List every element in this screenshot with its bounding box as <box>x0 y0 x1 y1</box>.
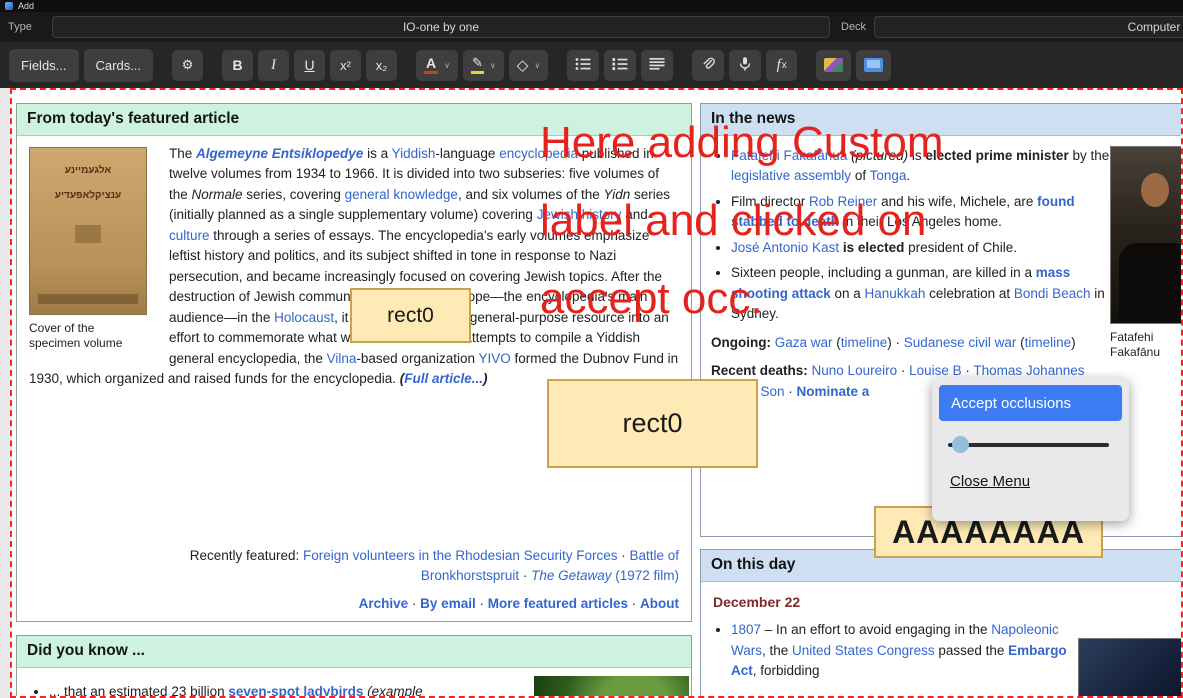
deck-label: Deck <box>841 21 867 33</box>
deck-value: Computer <box>1127 20 1181 34</box>
close-menu-button[interactable]: Close Menu <box>950 473 1030 490</box>
equations-button[interactable]: fx <box>766 49 798 81</box>
attach-file-button[interactable] <box>692 49 725 81</box>
window-titlebar: Add <box>0 0 1183 12</box>
microphone-icon <box>737 56 753 75</box>
fields-button[interactable]: Fields... <box>9 48 79 82</box>
justify-icon <box>649 57 665 74</box>
cover-stamp <box>75 224 101 243</box>
cover-image-block: אלגעמיינע ענציקלאפעדיע Cover of the spec… <box>29 146 155 351</box>
fx-icon: f <box>776 56 781 73</box>
superscript-button[interactable]: x² <box>330 49 362 81</box>
record-audio-button[interactable] <box>729 49 762 81</box>
chevron-down-icon: ∨ <box>489 60 496 70</box>
remove-formatting-button[interactable]: ◇ ∨ <box>508 49 549 81</box>
annotation-line: accept occ. <box>540 274 763 323</box>
cards-button[interactable]: Cards... <box>83 48 154 82</box>
chevron-down-icon: ∨ <box>534 60 541 70</box>
occlusion-rect-label: rect0 <box>387 303 434 327</box>
deck-selector[interactable]: Computer <box>874 16 1183 38</box>
portrait-image <box>1110 146 1181 324</box>
text-color-button[interactable]: A ∨ <box>416 49 459 81</box>
justify-button[interactable] <box>641 49 674 81</box>
bold-button[interactable]: B <box>222 49 254 81</box>
otd-item: 1807 – In an effort to avoid engaging in… <box>731 620 1076 682</box>
otd-image <box>1078 638 1181 696</box>
news-image-block: Fatafehi Fakafānu <box>1110 146 1181 360</box>
window-title: Add <box>18 1 35 11</box>
subscript-button[interactable]: x₂ <box>366 49 398 81</box>
settings-button[interactable]: ⚙ <box>172 49 204 81</box>
highlight-color-button[interactable]: ✎ ∨ <box>463 49 504 81</box>
accept-occlusions-button[interactable]: Accept occlusions <box>939 385 1122 421</box>
notetype-deck-row: Type IO-one by one Deck Computer <box>0 12 1183 42</box>
image-occlusion-icon <box>824 58 844 72</box>
monitor-icon <box>864 58 884 72</box>
cover-caption: Cover of the specimen volume <box>29 320 123 350</box>
occlusion-rect-1[interactable]: rect0 <box>350 288 471 343</box>
notetype-selector[interactable]: IO-one by one <box>52 16 830 38</box>
screen-capture-button[interactable] <box>856 49 892 81</box>
image-occlusion-button[interactable] <box>816 49 852 81</box>
portrait-caption: Fatafehi Fakafānu <box>1110 330 1161 359</box>
slider-track[interactable] <box>948 443 1109 447</box>
recently-featured: Recently featured: Foreign volunteers in… <box>189 547 679 584</box>
highlight-icon: ✎ <box>471 56 484 74</box>
annotation-line: Here adding Custom <box>540 118 944 167</box>
slider-handle[interactable] <box>952 436 969 453</box>
opacity-slider[interactable] <box>948 433 1113 457</box>
numbered-list-icon <box>612 57 628 74</box>
anki-add-window: Add Type IO-one by one Deck Computer Fie… <box>0 0 1183 698</box>
gear-icon: ⚙ <box>181 57 194 72</box>
featured-article-links: Archive · By email · More featured artic… <box>358 596 679 611</box>
on-this-day-box: On this day December 22 1807 – In an eff… <box>700 549 1181 696</box>
notetype-value: IO-one by one <box>402 20 480 34</box>
text-color-icon: A <box>424 56 439 74</box>
did-you-know-box: Did you know ... ... that an estimated 2… <box>16 635 692 697</box>
otd-date: December 22 <box>713 593 801 610</box>
occlusion-rect-2[interactable]: rect0 <box>547 379 758 468</box>
type-label: Type <box>8 21 32 33</box>
dyk-item: ... that an estimated 23 billion seven-s… <box>49 682 529 697</box>
paperclip-icon <box>700 56 716 75</box>
app-icon <box>5 2 13 10</box>
occlusion-rect-label: rect0 <box>622 408 683 438</box>
chevron-down-icon: ∨ <box>444 60 451 70</box>
occlusion-context-menu: Accept occlusions Close Menu <box>932 378 1129 521</box>
did-you-know-header: Did you know ... <box>17 636 691 668</box>
editor-toolbar: Fields... Cards... ⚙ B I U x² x₂ A ∨ ✎ ∨… <box>0 42 1183 88</box>
bullet-list-icon <box>575 57 591 74</box>
bullet-list-button[interactable] <box>567 49 600 81</box>
annotation-text: Here adding Custom label and clicked on … <box>540 104 944 338</box>
annotation-line: label and clicked on <box>540 196 927 245</box>
book-cover-image: אלגעמיינע ענציקלאפעדיע <box>29 146 147 315</box>
ladybird-image <box>534 676 689 696</box>
numbered-list-button[interactable] <box>604 49 637 81</box>
underline-button[interactable]: U <box>294 49 326 81</box>
eraser-icon: ◇ <box>516 57 529 74</box>
image-occlusion-canvas[interactable]: From today's featured article אלגעמיינע … <box>10 88 1183 698</box>
italic-button[interactable]: I <box>258 49 290 81</box>
editor-background: From today's featured article אלגעמיינע … <box>0 88 1183 698</box>
